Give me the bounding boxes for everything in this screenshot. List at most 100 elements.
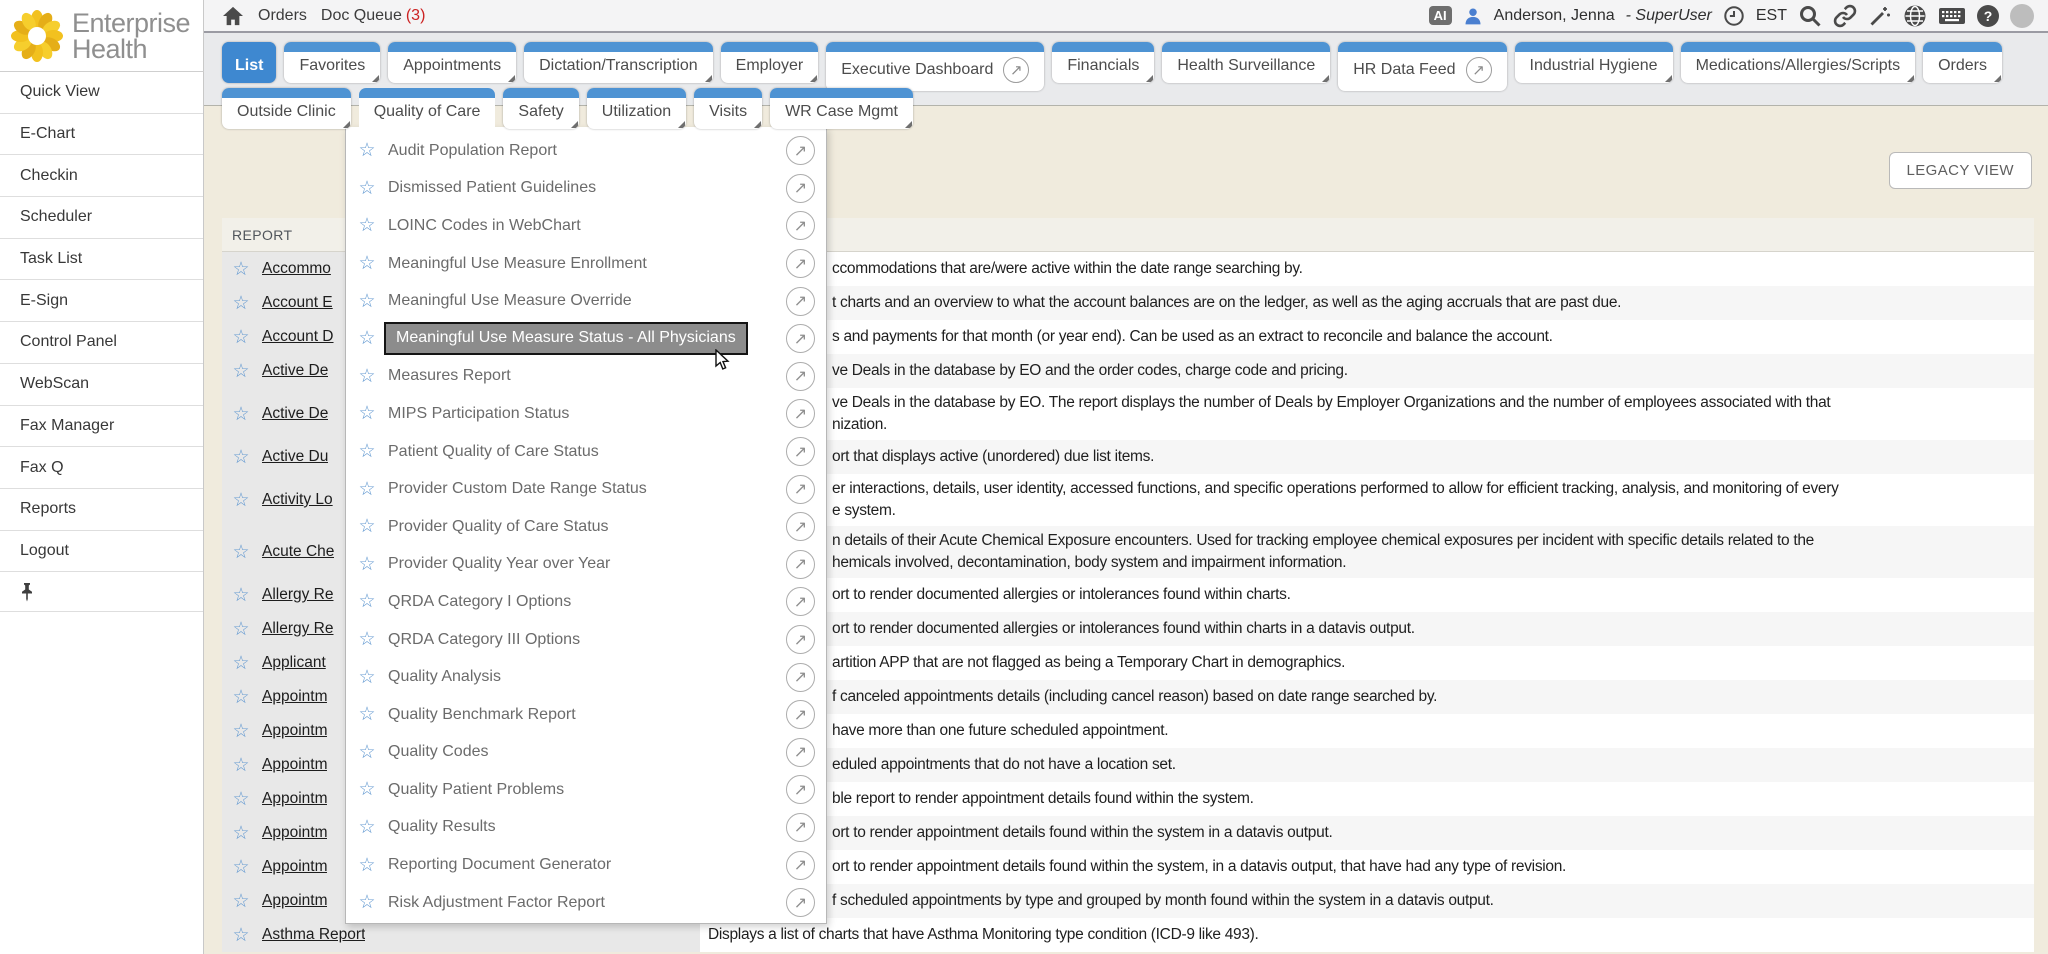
favorite-star-icon[interactable]: ☆ xyxy=(354,555,380,574)
dropdown-menu-item[interactable]: ☆ QRDA Category I Options ↗ xyxy=(346,583,826,621)
home-icon[interactable] xyxy=(222,6,244,26)
favorite-star-icon[interactable]: ☆ xyxy=(354,442,380,461)
favorite-star-icon[interactable]: ☆ xyxy=(354,329,380,348)
report-link[interactable]: Appointm xyxy=(262,892,327,910)
dropdown-menu-item[interactable]: ☆ Provider Quality Year over Year ↗ xyxy=(346,546,826,584)
open-report-arrow-icon[interactable]: ↗ xyxy=(786,362,815,391)
external-link-icon[interactable]: ↗ xyxy=(1003,57,1029,83)
secondary-tab[interactable]: Utilization xyxy=(587,88,686,129)
report-link[interactable]: Active Du xyxy=(262,448,328,466)
primary-tab[interactable]: Financials xyxy=(1052,42,1154,83)
sidebar-item[interactable]: Task List xyxy=(0,239,203,281)
dropdown-menu-item[interactable]: ☆ Provider Quality of Care Status ↗ xyxy=(346,508,826,546)
primary-tab[interactable]: Favorites xyxy=(284,42,380,83)
report-link[interactable]: Acute Che xyxy=(262,543,334,561)
clock-icon[interactable] xyxy=(1723,5,1745,27)
favorite-star-icon[interactable]: ☆ xyxy=(354,743,380,762)
secondary-tab[interactable]: Safety xyxy=(503,88,578,129)
favorite-star-icon[interactable]: ☆ xyxy=(354,818,380,837)
favorite-star-icon[interactable]: ☆ xyxy=(354,668,380,687)
sidebar-item[interactable]: Scheduler xyxy=(0,197,203,239)
favorite-star-icon[interactable]: ☆ xyxy=(354,705,380,724)
primary-tab[interactable]: Health Surveillance xyxy=(1162,42,1330,83)
favorite-star-icon[interactable]: ☆ xyxy=(228,491,254,510)
globe-icon[interactable] xyxy=(1903,4,1927,28)
open-report-arrow-icon[interactable]: ↗ xyxy=(786,324,815,353)
favorite-star-icon[interactable]: ☆ xyxy=(228,858,254,877)
primary-tab[interactable]: Dictation/Transcription xyxy=(524,42,713,83)
report-link[interactable]: Appointm xyxy=(262,790,327,808)
favorite-star-icon[interactable]: ☆ xyxy=(354,254,380,273)
dropdown-menu-item[interactable]: ☆ Quality Results ↗ xyxy=(346,809,826,847)
favorite-star-icon[interactable]: ☆ xyxy=(228,586,254,605)
favorite-star-icon[interactable]: ☆ xyxy=(354,367,380,386)
dropdown-menu-item[interactable]: ☆ MIPS Participation Status ↗ xyxy=(346,395,826,433)
sidebar-item[interactable]: Logout xyxy=(0,531,203,573)
open-report-arrow-icon[interactable]: ↗ xyxy=(786,550,815,579)
open-report-arrow-icon[interactable]: ↗ xyxy=(786,813,815,842)
dropdown-menu-item[interactable]: ☆ Quality Patient Problems ↗ xyxy=(346,771,826,809)
favorite-star-icon[interactable]: ☆ xyxy=(354,780,380,799)
sidebar-item[interactable]: Fax Manager xyxy=(0,406,203,448)
open-report-arrow-icon[interactable]: ↗ xyxy=(786,851,815,880)
dropdown-menu-item[interactable]: ☆ Quality Codes ↗ xyxy=(346,734,826,772)
report-link[interactable]: Active De xyxy=(262,362,328,380)
favorite-star-icon[interactable]: ☆ xyxy=(354,517,380,536)
open-report-arrow-icon[interactable]: ↗ xyxy=(786,174,815,203)
report-link[interactable]: Appointm xyxy=(262,756,327,774)
favorite-star-icon[interactable]: ☆ xyxy=(228,824,254,843)
help-icon[interactable]: ? xyxy=(1977,5,1999,27)
search-icon[interactable] xyxy=(1798,4,1822,28)
secondary-tab[interactable]: Quality of Care xyxy=(359,88,496,141)
open-report-arrow-icon[interactable]: ↗ xyxy=(786,249,815,278)
dropdown-menu-item[interactable]: ☆ Dismissed Patient Guidelines ↗ xyxy=(346,170,826,208)
primary-tab[interactable]: Orders xyxy=(1923,42,2002,83)
dropdown-menu-item[interactable]: ☆ QRDA Category III Options ↗ xyxy=(346,621,826,659)
primary-tab[interactable]: Medications/Allergies/Scripts xyxy=(1681,42,1916,83)
link-icon[interactable] xyxy=(1833,4,1857,28)
wand-icon[interactable] xyxy=(1868,4,1892,28)
primary-tab[interactable]: HR Data Feed↗ xyxy=(1338,42,1506,91)
sidebar-item[interactable]: Control Panel xyxy=(0,322,203,364)
report-link[interactable]: Activity Lo xyxy=(262,491,333,509)
favorite-star-icon[interactable]: ☆ xyxy=(228,722,254,741)
sidebar-item[interactable]: Checkin xyxy=(0,155,203,197)
dropdown-menu-item[interactable]: ☆ Patient Quality of Care Status ↗ xyxy=(346,433,826,471)
sidebar-item[interactable]: WebScan xyxy=(0,364,203,406)
breadcrumb-doc-queue[interactable]: Doc Queue(3) xyxy=(321,7,426,25)
favorite-star-icon[interactable]: ☆ xyxy=(228,654,254,673)
favorite-star-icon[interactable]: ☆ xyxy=(354,141,380,160)
primary-tab[interactable]: Industrial Hygiene xyxy=(1515,42,1673,83)
favorite-star-icon[interactable]: ☆ xyxy=(354,893,380,912)
favorite-star-icon[interactable]: ☆ xyxy=(354,592,380,611)
favorite-star-icon[interactable]: ☆ xyxy=(228,688,254,707)
report-link[interactable]: Active De xyxy=(262,405,328,423)
favorite-star-icon[interactable]: ☆ xyxy=(228,790,254,809)
favorite-star-icon[interactable]: ☆ xyxy=(228,620,254,639)
secondary-tab[interactable]: WR Case Mgmt xyxy=(770,88,913,129)
primary-tab[interactable]: Appointments xyxy=(388,42,516,83)
report-link[interactable]: Appointm xyxy=(262,688,327,706)
primary-tab[interactable]: Executive Dashboard↗ xyxy=(826,42,1044,91)
open-report-arrow-icon[interactable]: ↗ xyxy=(786,587,815,616)
open-report-arrow-icon[interactable]: ↗ xyxy=(786,663,815,692)
favorite-star-icon[interactable]: ☆ xyxy=(228,405,254,424)
report-link[interactable]: Account E xyxy=(262,294,333,312)
dropdown-menu-item[interactable]: ☆ Quality Benchmark Report ↗ xyxy=(346,696,826,734)
breadcrumb-orders[interactable]: Orders xyxy=(258,7,307,25)
primary-tab[interactable]: List xyxy=(222,42,276,83)
report-link[interactable]: Account D xyxy=(262,328,334,346)
open-report-arrow-icon[interactable]: ↗ xyxy=(786,625,815,654)
favorite-star-icon[interactable]: ☆ xyxy=(228,362,254,381)
dropdown-menu-item[interactable]: ☆ Quality Analysis ↗ xyxy=(346,658,826,696)
dropdown-menu-item[interactable]: ☆ Provider Custom Date Range Status ↗ xyxy=(346,470,826,508)
favorite-star-icon[interactable]: ☆ xyxy=(354,292,380,311)
report-link[interactable]: Appointm xyxy=(262,858,327,876)
report-column-header[interactable]: REPORT xyxy=(222,227,293,243)
external-link-icon[interactable]: ↗ xyxy=(1466,57,1492,83)
favorite-star-icon[interactable]: ☆ xyxy=(228,294,254,313)
favorite-star-icon[interactable]: ☆ xyxy=(354,216,380,235)
report-link[interactable]: Allergy Re xyxy=(262,586,334,604)
favorite-star-icon[interactable]: ☆ xyxy=(228,926,254,945)
favorite-star-icon[interactable]: ☆ xyxy=(354,856,380,875)
